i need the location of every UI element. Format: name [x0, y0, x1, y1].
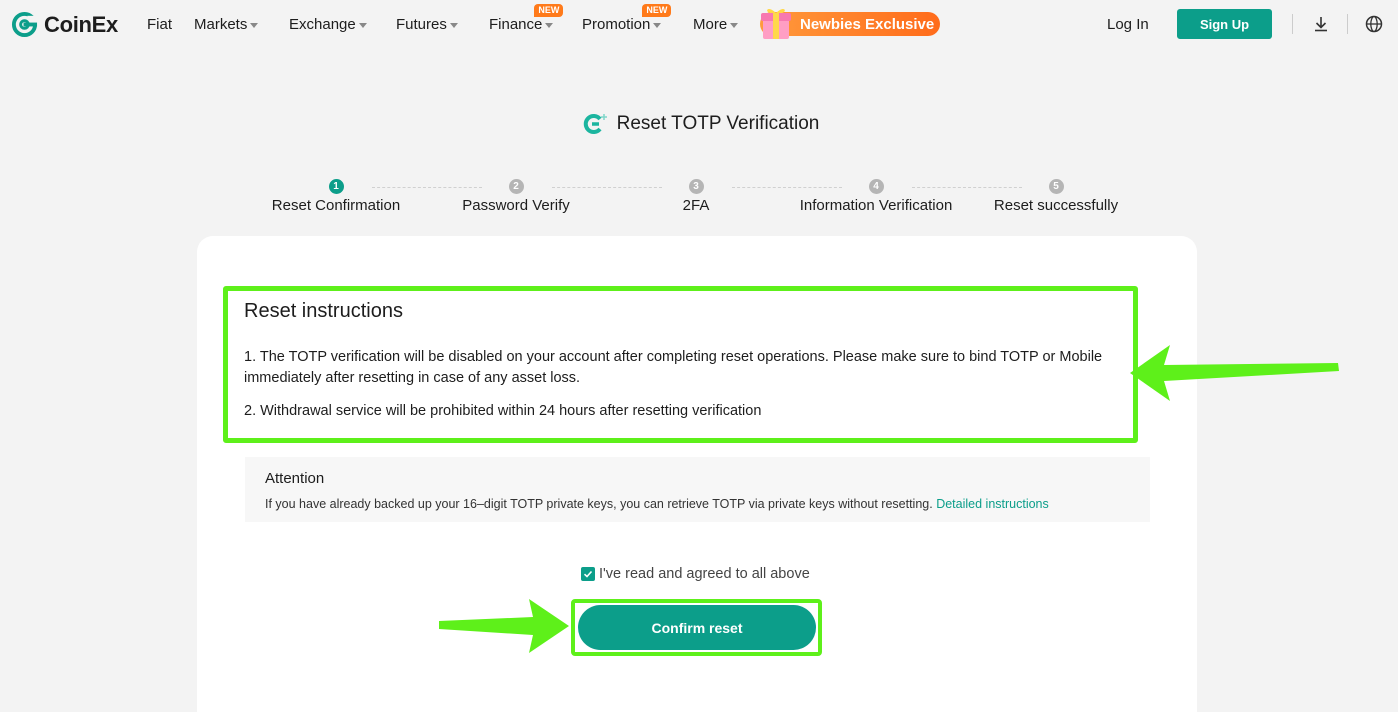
gift-icon [761, 8, 791, 39]
nav-futures-label: Futures [396, 16, 447, 33]
attention-panel: Attention If you have already backed up … [245, 457, 1150, 522]
step-label: Information Verification [799, 197, 953, 214]
step-password-verify: 2 Password Verify [416, 179, 616, 214]
nav-more[interactable]: More [693, 16, 739, 33]
nav-futures[interactable]: Futures [396, 16, 458, 33]
attention-message: If you have already backed up your 16–di… [265, 497, 933, 511]
coinex-logo[interactable]: CoinEx [11, 11, 118, 38]
google-authenticator-icon [583, 114, 607, 134]
nav-fiat-label: Fiat [147, 16, 173, 33]
login-link[interactable]: Log In [1107, 16, 1149, 33]
page-title: Reset TOTP Verification [616, 113, 820, 134]
step-information-verification: 4 Information Verification [776, 179, 976, 214]
step-reset-confirmation: 1 Reset Confirmation [236, 179, 436, 214]
caret-down-icon [653, 22, 662, 28]
caret-down-icon [730, 22, 739, 28]
step-number: 2 [508, 179, 524, 194]
nav-divider [1292, 14, 1293, 34]
step-2fa: 3 2FA [596, 179, 796, 214]
step-reset-successfully: 5 Reset successfully [956, 179, 1156, 214]
nav-promotion[interactable]: Promotion NEW [582, 4, 672, 33]
annotation-arrow-left-icon [1130, 345, 1339, 401]
coinex-logo-icon [11, 11, 38, 38]
step-number: 5 [1048, 179, 1064, 194]
signup-button[interactable]: Sign Up [1177, 9, 1272, 39]
step-label: 2FA [682, 197, 710, 214]
caret-down-icon [449, 22, 458, 28]
globe-icon[interactable] [1364, 14, 1384, 34]
new-badge: NEW [642, 4, 672, 17]
instructions-title: Reset instructions [244, 300, 403, 322]
step-label: Reset Confirmation [271, 197, 401, 214]
step-label: Password Verify [462, 197, 570, 214]
nav-finance-label: Finance [489, 16, 543, 33]
step-number: 4 [868, 179, 884, 194]
checkbox-checked-icon[interactable] [581, 567, 595, 581]
step-number: 3 [688, 179, 704, 194]
instruction-item: 1. The TOTP verification will be disable… [244, 349, 1103, 386]
nav-markets[interactable]: Markets [194, 16, 259, 33]
step-label: Reset successfully [993, 197, 1119, 214]
nav-markets-label: Markets [194, 16, 248, 33]
agreement-label: I've read and agreed to all above [599, 566, 810, 582]
newbies-exclusive-button[interactable]: Newbies Exclusive [760, 8, 940, 39]
caret-down-icon [545, 22, 554, 28]
page-header: Reset TOTP Verification [0, 110, 1398, 138]
caret-down-icon [250, 22, 259, 28]
download-icon[interactable] [1311, 14, 1331, 34]
checkmark-icon [583, 570, 593, 578]
nav-fiat[interactable]: Fiat [147, 16, 172, 33]
nav-finance[interactable]: Finance NEW [489, 4, 564, 33]
nav-exchange-label: Exchange [289, 16, 356, 33]
nav-more-label: More [693, 16, 728, 33]
detailed-instructions-link[interactable]: Detailed instructions [936, 497, 1049, 511]
caret-down-icon [358, 22, 367, 28]
top-navbar: CoinEx Fiat Markets Exchange Futures Fin… [0, 0, 1398, 48]
nav-divider [1347, 14, 1348, 34]
instruction-item: 2. Withdrawal service will be prohibited… [244, 403, 762, 419]
annotation-arrow-right-icon [439, 599, 569, 653]
attention-title: Attention [265, 470, 325, 487]
newbies-exclusive-label: Newbies Exclusive [800, 15, 935, 33]
new-badge: NEW [534, 4, 564, 17]
brand-name: CoinEx [44, 11, 118, 37]
nav-promotion-label: Promotion [582, 16, 651, 33]
nav-exchange[interactable]: Exchange [289, 16, 367, 33]
confirm-reset-button[interactable]: Confirm reset [578, 605, 816, 650]
attention-text: If you have already backed up your 16–di… [265, 497, 1049, 511]
step-number: 1 [328, 179, 344, 194]
agreement-checkbox[interactable]: I've read and agreed to all above [581, 566, 810, 582]
